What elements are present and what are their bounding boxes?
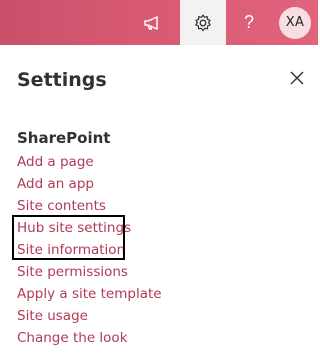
panel-title: Settings: [17, 69, 107, 91]
section-title: SharePoint: [17, 129, 111, 147]
link-site-information[interactable]: Site information: [17, 239, 162, 261]
close-button[interactable]: [286, 67, 308, 89]
link-change-the-look[interactable]: Change the look: [17, 327, 162, 349]
settings-panel: Settings SharePoint Add a page Add an ap…: [0, 45, 318, 360]
link-site-contents[interactable]: Site contents: [17, 195, 162, 217]
suite-header: ? XA: [0, 0, 318, 45]
help-icon: ?: [243, 12, 254, 32]
avatar: XA: [279, 6, 311, 39]
account-button[interactable]: XA: [272, 0, 318, 45]
link-apply-a-site-template[interactable]: Apply a site template: [17, 283, 162, 305]
link-add-a-page[interactable]: Add a page: [17, 151, 162, 173]
link-site-permissions[interactable]: Site permissions: [17, 261, 162, 283]
whats-new-button[interactable]: [130, 0, 176, 45]
link-add-an-app[interactable]: Add an app: [17, 173, 162, 195]
gear-icon: [195, 13, 211, 31]
settings-button[interactable]: [180, 0, 226, 45]
megaphone-icon: [144, 15, 158, 30]
settings-links: Add a page Add an app Site contents Hub …: [17, 151, 162, 349]
help-button[interactable]: ?: [226, 0, 272, 45]
close-icon: [290, 71, 304, 85]
link-site-usage[interactable]: Site usage: [17, 305, 162, 327]
link-hub-site-settings[interactable]: Hub site settings: [17, 217, 162, 239]
